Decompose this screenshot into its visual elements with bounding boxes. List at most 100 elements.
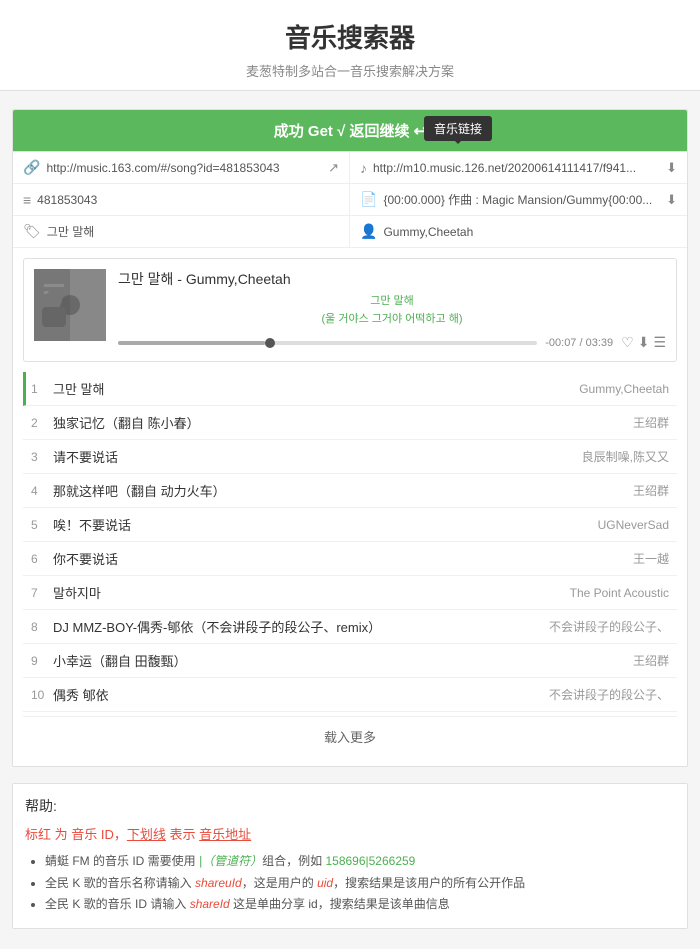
open-link-icon[interactable]: ↗ [328, 160, 339, 176]
song-artist-7: The Point Acoustic [570, 586, 669, 600]
info-grid: 🔗 http://music.163.com/#/song?id=4818530… [13, 151, 687, 248]
link-icon: 🔗 [23, 159, 40, 176]
header-subtitle: 麦葱特制多站合一音乐搜索解决方案 [0, 61, 700, 80]
song-num-2: 2 [31, 416, 53, 430]
song-num-5: 5 [31, 518, 53, 532]
artist-value: Gummy,Cheetah [383, 225, 677, 239]
download-icon-2[interactable]: ⬇ [666, 192, 677, 208]
player-controls: -00:07 / 03:39 ♡ ⬇ ☰ [118, 334, 666, 351]
header: 音乐搜索器 麦葱特制多站合一音乐搜索解决方案 [0, 0, 700, 91]
help-item-2: 全民 K 歌的音乐名称请输入 shareuId，这是用户的 uid，搜索结果是该… [45, 873, 675, 895]
music-link-tooltip: 音乐链接 [424, 116, 492, 141]
song-num-3: 3 [31, 450, 53, 464]
highlight-url: 音乐地址 [199, 827, 251, 842]
progress-dot [265, 338, 275, 348]
song-artist-4: 王绍群 [633, 482, 669, 499]
song-name-6: 你不要说话 [53, 549, 625, 568]
url-163-value: http://music.163.com/#/song?id=481853043 [46, 161, 322, 175]
song-row-6[interactable]: 6 你不要说话 王一越 [23, 542, 677, 576]
song-num-4: 4 [31, 484, 53, 498]
song-num-1: 1 [31, 382, 53, 396]
song-artist-3: 良辰制噪,陈又又 [582, 448, 669, 465]
song-artist-9: 王绍群 [633, 652, 669, 669]
song-name-9: 小幸运（翻自 田馥甄） [53, 651, 625, 670]
lyrics-line2: (울 거야스 그거야 어떡하고 해) [118, 311, 666, 329]
song-row-9[interactable]: 9 小幸运（翻自 田馥甄） 王绍群 [23, 644, 677, 678]
help-highlight: 标红 为 音乐 ID，下划线 表示 音乐地址 [25, 824, 675, 843]
song-artist-10: 不会讲段子的段公子、 [549, 686, 669, 703]
album-art-svg [34, 269, 106, 341]
info-cell-lyrics: 📄 {00:00.000} 作曲 : Magic Mansion/Gummy{0… [350, 184, 687, 216]
song-name-2: 独家记忆（翻自 陈小春） [53, 413, 625, 432]
help-section: 帮助: 标红 为 音乐 ID，下划线 表示 音乐地址 蜻蜓 FM 的音乐 ID … [12, 783, 688, 929]
help-pipe: |（管道符） [199, 854, 262, 868]
info-cell-url-126: ♪ http://m10.music.126.net/2020061411141… [350, 152, 687, 184]
song-row-8[interactable]: 8 DJ MMZ-BOY-偶秀-郇依（不会讲段子的段公子、remix） 不会讲段… [23, 610, 677, 644]
highlight-underline: 下划线 [127, 827, 166, 842]
help-title: 帮助: [25, 796, 675, 816]
download-icon-3[interactable]: ⬇ [638, 334, 650, 351]
song-row-2[interactable]: 2 独家记忆（翻自 陈小春） 王绍群 [23, 406, 677, 440]
song-name-4: 那就这样吧（翻自 动力火车） [53, 481, 625, 500]
song-row-10[interactable]: 10 偶秀 郇依 不会讲段子的段公子、 [23, 678, 677, 712]
lyrics-line1: 그만 말해 [118, 293, 666, 311]
player-lyrics: 그만 말해 (울 거야스 그거야 어떡하고 해) [118, 293, 666, 328]
help-example-num: 158696|5266259 [325, 854, 415, 868]
load-more-button[interactable]: 载入更多 [23, 716, 677, 756]
song-artist-8: 不会讲段子的段公子、 [549, 618, 669, 635]
song-name-3: 请不要说话 [53, 447, 574, 466]
download-icon-1[interactable]: ⬇ [666, 160, 677, 176]
progress-fill [118, 341, 265, 345]
player-info: 그만 말해 - Gummy,Cheetah 그만 말해 (울 거야스 그거야 어… [118, 269, 666, 351]
song-artist-1: Gummy,Cheetah [579, 382, 669, 396]
song-num-8: 8 [31, 620, 53, 634]
help-item-3: 全民 K 歌的音乐 ID 请输入 shareId 这是单曲分享 id，搜索结果是… [45, 894, 675, 916]
song-row-3[interactable]: 3 请不要说话 良辰制噪,陈又又 [23, 440, 677, 474]
info-cell-id: ≡ 481853043 [13, 184, 350, 216]
player-top: 그만 말해 - Gummy,Cheetah 그만 말해 (울 거야스 그거야 어… [34, 269, 666, 351]
menu-icon[interactable]: ☰ [653, 334, 666, 351]
help-shareuid: shareuId [195, 876, 242, 890]
help-shareid: shareId [190, 897, 230, 911]
highlight-music: 音乐 ID [71, 827, 114, 842]
song-name-1: 그만 말해 [53, 379, 571, 398]
song-row-4[interactable]: 4 那就这样吧（翻自 动力火车） 王绍群 [23, 474, 677, 508]
song-num-6: 6 [31, 552, 53, 566]
album-art [34, 269, 106, 341]
like-icon[interactable]: ♡ [621, 334, 634, 351]
person-icon: 👤 [360, 223, 377, 240]
song-artist-5: UGNeverSad [598, 518, 669, 532]
info-cell-tag: 🏷 그만 말해 [13, 216, 350, 248]
success-label: 成功 Get √ 返回继续 ↩ [274, 123, 426, 140]
help-list: 蜻蜓 FM 的音乐 ID 需要使用 |（管道符）组合，例如 158696|526… [25, 851, 675, 916]
song-name-value: 그만 말해 [47, 223, 339, 240]
song-row-5[interactable]: 5 唉！不要说话 UGNeverSad [23, 508, 677, 542]
info-cell-url-163: 🔗 http://music.163.com/#/song?id=4818530… [13, 152, 350, 184]
lyrics-value: {00:00.000} 作曲 : Magic Mansion/Gummy{00:… [383, 191, 660, 208]
progress-bar[interactable] [118, 341, 537, 345]
page-wrapper: 音乐搜索器 麦葱特制多站合一音乐搜索解决方案 成功 Get √ 返回继续 ↩ 音… [0, 0, 700, 949]
player-section: 그만 말해 - Gummy,Cheetah 그만 말해 (울 거야스 그거야 어… [23, 258, 677, 362]
highlight-red: 标红 [25, 827, 51, 842]
ctrl-icons: ♡ ⬇ ☰ [621, 334, 666, 351]
song-artist-2: 王绍群 [633, 414, 669, 431]
time-total: 03:39 [586, 337, 614, 349]
time-display: -00:07 / 03:39 [545, 337, 613, 349]
song-name-10: 偶秀 郇依 [53, 685, 541, 704]
song-name-5: 唉！不要说话 [53, 515, 590, 534]
song-num-7: 7 [31, 586, 53, 600]
song-row-7[interactable]: 7 말하지마 The Point Acoustic [23, 576, 677, 610]
song-list: 1 그만 말해 Gummy,Cheetah 2 独家记忆（翻自 陈小春） 王绍群… [23, 372, 677, 756]
help-item-1: 蜻蜓 FM 的音乐 ID 需要使用 |（管道符）组合，例如 158696|526… [45, 851, 675, 873]
url-126-value: http://m10.music.126.net/20200614111417/… [373, 161, 660, 175]
success-bar: 成功 Get √ 返回继续 ↩ 音乐链接 [13, 110, 687, 151]
player-title: 그만 말해 - Gummy,Cheetah [118, 269, 666, 289]
help-uid: uid [317, 876, 333, 890]
document-icon: 📄 [360, 191, 377, 208]
song-row-1[interactable]: 1 그만 말해 Gummy,Cheetah [23, 372, 677, 406]
time-current: -00:07 [545, 337, 576, 349]
tag-icon: 🏷 [23, 223, 41, 240]
song-num-9: 9 [31, 654, 53, 668]
music-note-icon: ♪ [360, 160, 367, 176]
page-title: 音乐搜索器 [0, 18, 700, 55]
